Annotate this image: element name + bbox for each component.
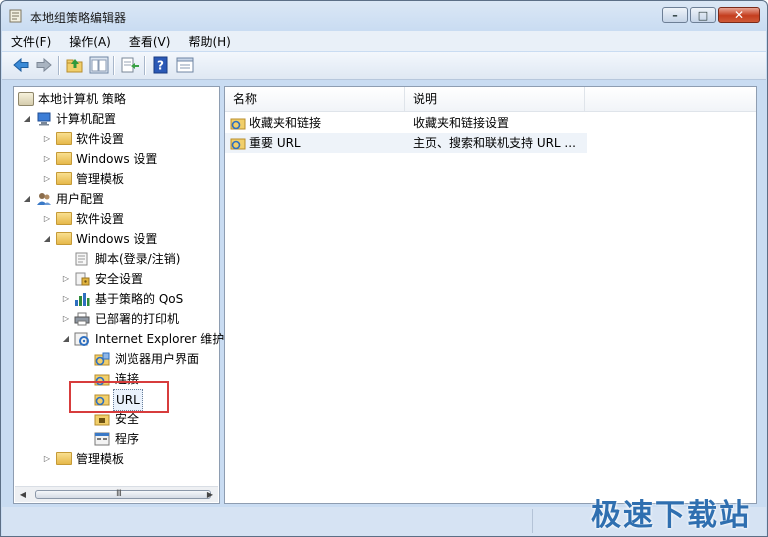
minimize-button[interactable]: – [662, 7, 688, 23]
forward-arrow-icon[interactable] [34, 56, 54, 74]
show-hide-tree-icon[interactable] [89, 56, 109, 74]
column-header-name[interactable]: 名称 [225, 87, 405, 111]
tree-label: 基于策略的 QoS [95, 292, 184, 306]
tree-label: 管理模板 [76, 452, 125, 466]
title-bar[interactable]: 本地组策略编辑器 – □ ✕ [1, 1, 767, 31]
collapse-arrow-icon[interactable]: ◢ [61, 329, 71, 349]
ie-folder-icon [230, 138, 246, 150]
scrollbar-grip: III [116, 489, 122, 499]
tree-label: 软件设置 [76, 132, 125, 146]
expand-arrow-icon[interactable]: ▷ [42, 169, 52, 189]
tree-label: 脚本(登录/注销) [95, 252, 181, 266]
list-item[interactable]: 收藏夹和链接 收藏夹和链接设置 [225, 113, 587, 133]
script-icon [75, 252, 88, 266]
ie-folder-icon [230, 118, 246, 130]
users-icon [37, 193, 51, 205]
menu-view[interactable]: 查看(V) [120, 31, 180, 51]
caption-buttons: – □ ✕ [660, 7, 760, 25]
expand-arrow-icon[interactable]: ▷ [61, 269, 71, 289]
tree-horizontal-scrollbar[interactable]: ◀ III ▶ [15, 486, 218, 502]
tree-label: 用户配置 [56, 192, 105, 206]
policy-scroll-icon [18, 92, 34, 106]
expand-arrow-icon[interactable]: ▷ [61, 309, 71, 329]
close-button[interactable]: ✕ [718, 7, 760, 23]
list-item-description: 收藏夹和链接设置 [413, 116, 510, 130]
toolbar-separator [58, 56, 60, 75]
printer-icon [74, 312, 90, 326]
console-tree-pane[interactable]: 本地计算机 策略 ◢ 计算机配置 ▷ 软件设置 ▷ Windows 设置 ▷ 管… [13, 86, 224, 504]
tree-label: 软件设置 [76, 212, 125, 226]
tree-label: Windows 设置 [76, 232, 158, 246]
column-title: 名称 [233, 92, 258, 106]
list-item-description: 主页、搜索和联机支持 URL ... [413, 136, 576, 150]
folder-icon [56, 212, 72, 226]
menu-help[interactable]: 帮助(H) [179, 31, 239, 51]
tree-label: 程序 [115, 432, 140, 446]
watermark-logo: 极速下载站 [591, 498, 751, 533]
list-item[interactable]: 重要 URL 主页、搜索和联机支持 URL ... [225, 133, 587, 153]
main-window: 本地组策略编辑器 – □ ✕ 文件(F) 操作(A) 查看(V) 帮助(H) ?… [0, 0, 768, 537]
scrollbar-thumb[interactable]: III [35, 489, 211, 499]
programs-icon [94, 432, 110, 446]
window-title: 本地组策略编辑器 [30, 11, 127, 25]
expand-arrow-icon[interactable]: ▷ [42, 129, 52, 149]
tree-label: Windows 设置 [76, 152, 158, 166]
folder-icon [56, 452, 72, 466]
collapse-arrow-icon[interactable]: ◢ [42, 229, 52, 249]
column-header-description[interactable]: 说明 [405, 87, 585, 111]
folder-icon [56, 172, 72, 186]
scroll-right-arrow-icon[interactable]: ▶ [204, 489, 216, 500]
tree-label: 计算机配置 [56, 112, 117, 126]
export-list-icon[interactable] [120, 56, 140, 74]
policy-editor-app-icon [9, 9, 22, 23]
menu-action[interactable]: 操作(A) [60, 31, 120, 51]
toolbar: ? [2, 52, 766, 80]
expand-arrow-icon[interactable]: ▷ [42, 449, 52, 469]
expand-arrow-icon[interactable]: ▷ [42, 209, 52, 229]
scroll-left-arrow-icon[interactable]: ◀ [17, 489, 29, 500]
ie-maintenance-icon [74, 332, 89, 346]
folder-icon [56, 132, 72, 146]
maximize-icon: □ [697, 8, 709, 22]
menu-bar: 文件(F) 操作(A) 查看(V) 帮助(H) [2, 31, 766, 51]
bar-chart-icon [75, 293, 90, 306]
up-folder-icon[interactable] [65, 56, 85, 74]
folder-open-icon [56, 232, 72, 246]
status-divider [532, 509, 533, 533]
computer-icon [37, 112, 51, 126]
tree-label: Internet Explorer 维护 [95, 332, 225, 346]
tree-label: 管理模板 [76, 172, 125, 186]
list-item-name: 收藏夹和链接 [249, 116, 322, 130]
tree-label: 已部署的打印机 [95, 312, 180, 326]
help-icon[interactable]: ? [151, 56, 171, 74]
column-title: 说明 [413, 92, 438, 106]
tree-label: 本地计算机 策略 [38, 92, 126, 106]
security-lock-icon [94, 414, 110, 426]
menu-file[interactable]: 文件(F) [2, 31, 60, 51]
expand-arrow-icon[interactable]: ▷ [61, 289, 71, 309]
tree-label: 安全设置 [95, 272, 144, 286]
collapse-arrow-icon[interactable]: ◢ [22, 189, 32, 209]
security-settings-icon [75, 272, 90, 286]
filter-view-icon[interactable] [175, 56, 195, 74]
toolbar-separator [144, 56, 146, 75]
tree-label: 浏览器用户界面 [115, 352, 200, 366]
folder-icon [56, 152, 72, 166]
svg-text:?: ? [157, 59, 164, 73]
list-column-header: 名称 说明 [225, 87, 756, 112]
toolbar-separator [113, 56, 115, 75]
back-arrow-icon[interactable] [11, 56, 31, 74]
ie-folder-icon [94, 352, 110, 366]
collapse-arrow-icon[interactable]: ◢ [22, 109, 32, 129]
expand-arrow-icon[interactable]: ▷ [42, 149, 52, 169]
list-item-name: 重要 URL [249, 136, 301, 150]
details-list-pane[interactable]: 名称 说明 收藏夹和链接 收藏夹和链接设置 重要 URL 主页、搜索和联机支持 … [224, 86, 757, 504]
highlight-annotation [69, 381, 169, 413]
maximize-button[interactable]: □ [690, 7, 716, 23]
minimize-icon: – [672, 8, 678, 22]
close-icon: ✕ [733, 8, 745, 22]
